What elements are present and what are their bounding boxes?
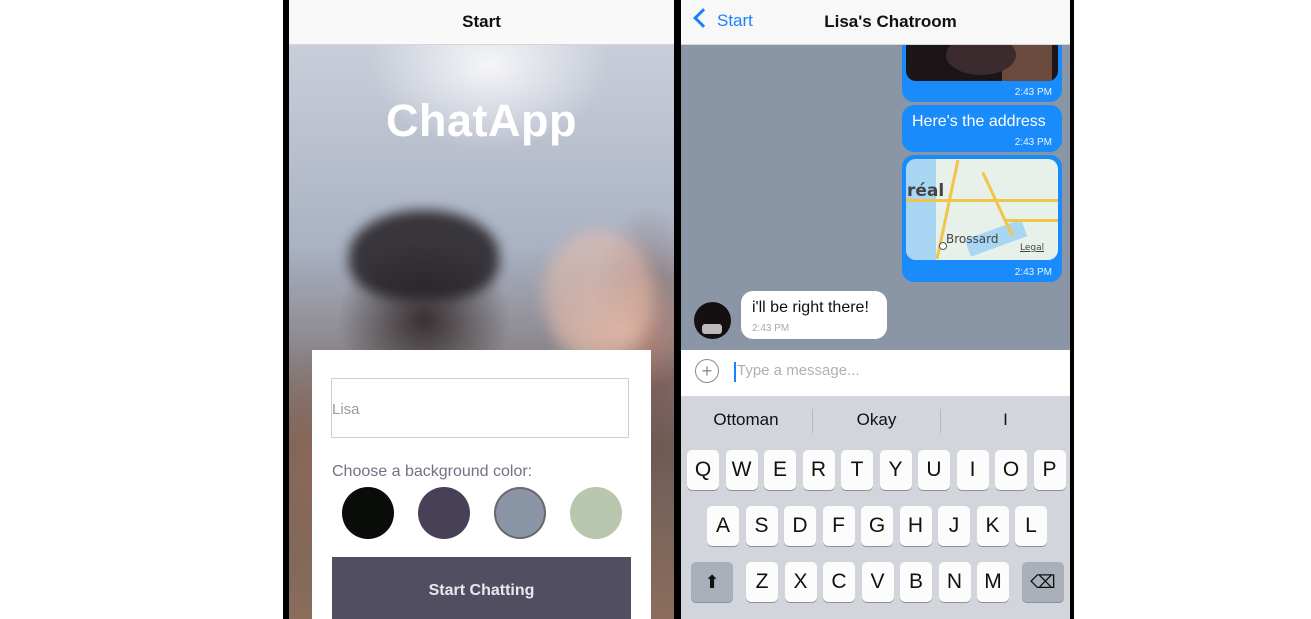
shift-icon[interactable]: ⬆: [691, 562, 733, 602]
message-text: i'll be right there!: [752, 299, 869, 316]
key-z[interactable]: Z: [746, 562, 778, 602]
start-chatting-button[interactable]: Start Chatting: [332, 557, 631, 619]
message-time: 2:43 PM: [1014, 267, 1052, 278]
name-input-placeholder: Lisa: [332, 401, 360, 418]
map-city-label: réal: [907, 181, 945, 201]
location-message[interactable]: réal Brossard Legal 2:43 PM: [902, 155, 1062, 282]
map-pin-icon: [939, 242, 947, 250]
chatroom-title: Lisa's Chatroom: [824, 12, 957, 31]
color-swatch-black[interactable]: [342, 487, 394, 539]
received-message[interactable]: i'll be right there! 2:43 PM: [741, 291, 887, 339]
chevron-left-icon: [693, 8, 713, 28]
message-list[interactable]: 2:43 PM Here's the address 2:43 PM réal …: [681, 45, 1070, 350]
key-g[interactable]: G: [861, 506, 893, 546]
message-text: Here's the address: [912, 113, 1046, 130]
message-composer: + Type a message...: [681, 350, 1070, 396]
key-l[interactable]: L: [1015, 506, 1047, 546]
key-p[interactable]: P: [1033, 450, 1066, 490]
key-s[interactable]: S: [745, 506, 778, 546]
suggestion-1[interactable]: Ottoman: [681, 396, 811, 444]
key-d[interactable]: D: [784, 506, 816, 546]
key-i[interactable]: I: [956, 450, 989, 490]
image-message[interactable]: 2:43 PM: [902, 45, 1062, 102]
map-preview[interactable]: réal Brossard Legal: [906, 159, 1058, 260]
color-swatch-gray[interactable]: [494, 487, 546, 539]
text-message[interactable]: Here's the address 2:43 PM: [902, 105, 1062, 152]
nav-title: Start: [462, 12, 501, 31]
chat-screen: Start Lisa's Chatroom 2:43 PM Here's the…: [678, 0, 1074, 619]
avatar[interactable]: [694, 302, 731, 339]
key-x[interactable]: X: [784, 562, 817, 602]
color-swatch-green[interactable]: [570, 487, 622, 539]
key-h[interactable]: H: [899, 506, 932, 546]
key-y[interactable]: Y: [879, 450, 912, 490]
map-legal-link[interactable]: Legal: [1020, 243, 1044, 253]
key-t[interactable]: T: [841, 450, 873, 490]
text-cursor: [734, 362, 736, 382]
app-title: ChatApp: [386, 95, 577, 146]
start-screen: Start ChatApp Lisa Choose a background c…: [283, 0, 678, 619]
navigation-bar: Start: [289, 0, 674, 45]
message-input[interactable]: Type a message...: [737, 362, 860, 379]
plus-icon[interactable]: +: [695, 359, 719, 383]
suggestion-2[interactable]: Okay: [813, 396, 940, 444]
key-a[interactable]: A: [707, 506, 739, 546]
key-c[interactable]: C: [823, 562, 855, 602]
key-q[interactable]: Q: [687, 450, 719, 490]
key-j[interactable]: J: [938, 506, 970, 546]
key-k[interactable]: K: [976, 506, 1009, 546]
key-b[interactable]: B: [900, 562, 932, 602]
navigation-bar: Start Lisa's Chatroom: [681, 0, 1070, 45]
backspace-icon[interactable]: ⌫: [1022, 562, 1064, 602]
color-swatch-purple[interactable]: [418, 487, 470, 539]
message-time: 2:43 PM: [1014, 137, 1052, 148]
message-time: 2:43 PM: [1014, 87, 1052, 98]
key-u[interactable]: U: [918, 450, 950, 490]
keyboard: Ottoman Okay I QWERTYUIOP ASDFGHJKL ZXCV…: [681, 396, 1070, 619]
suggestion-3[interactable]: I: [941, 396, 1070, 444]
start-form: Lisa Choose a background color: Start Ch…: [312, 350, 651, 619]
message-image: [906, 45, 1058, 81]
key-r[interactable]: R: [802, 450, 835, 490]
map-suburb-label: Brossard: [946, 232, 999, 246]
name-input[interactable]: Lisa: [331, 378, 629, 438]
key-f[interactable]: F: [822, 506, 855, 546]
key-m[interactable]: M: [977, 562, 1009, 602]
key-o[interactable]: O: [995, 450, 1027, 490]
key-n[interactable]: N: [938, 562, 971, 602]
key-w[interactable]: W: [725, 450, 758, 490]
message-time: 2:43 PM: [752, 323, 790, 334]
key-e[interactable]: E: [764, 450, 796, 490]
key-v[interactable]: V: [861, 562, 894, 602]
background-color-label: Choose a background color:: [332, 463, 533, 480]
